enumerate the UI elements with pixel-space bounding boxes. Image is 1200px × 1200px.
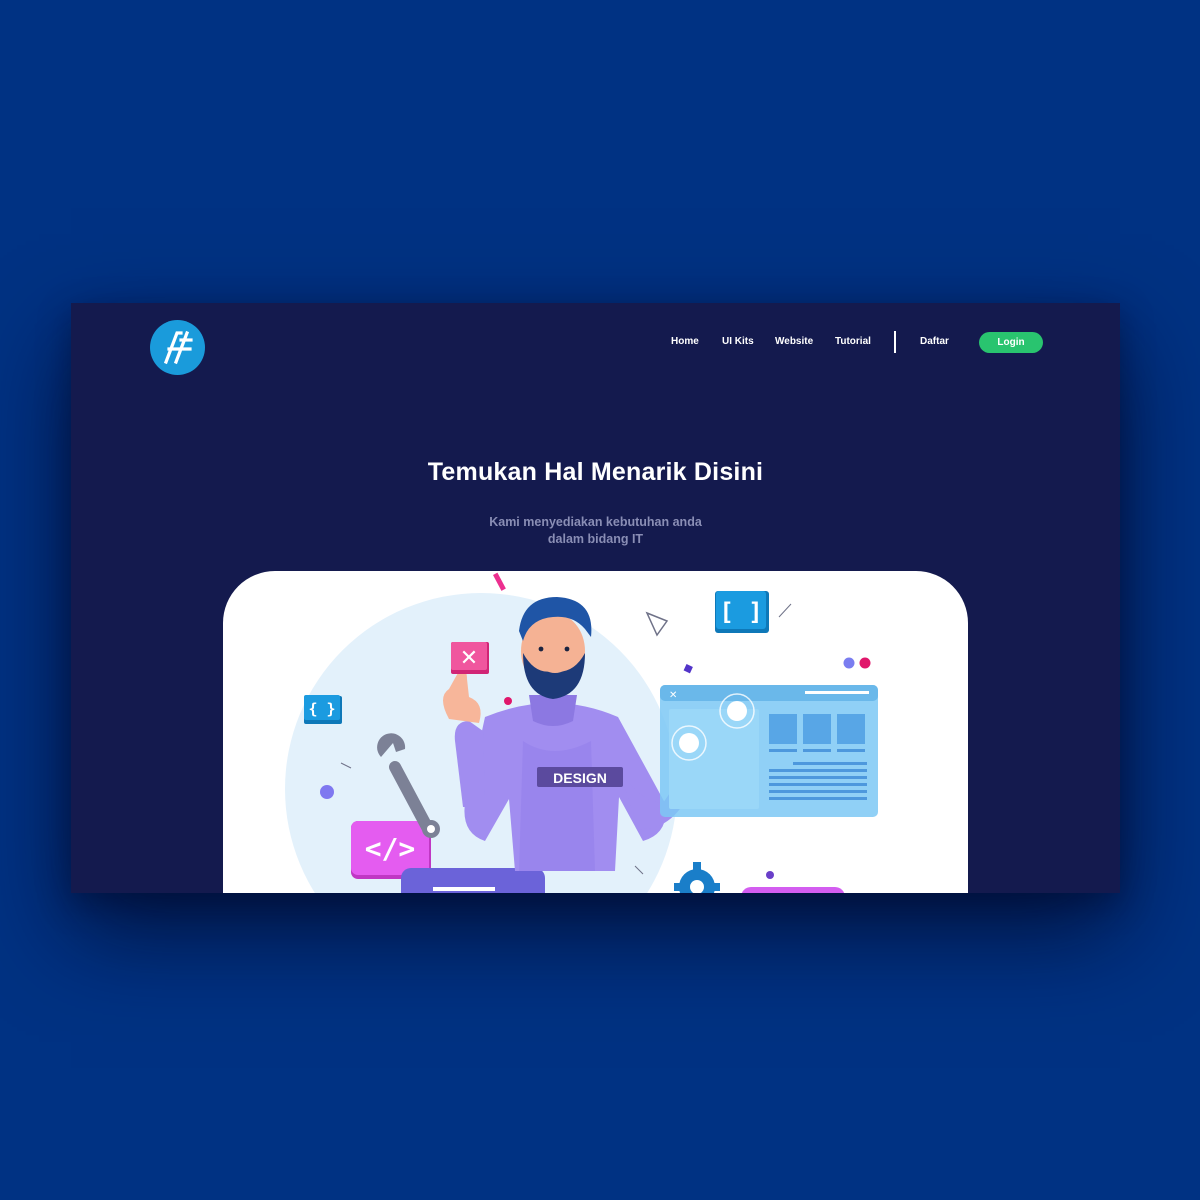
hero-illustration-card: [ ] { } </> DESIGN ✕ ✕ xyxy=(223,571,968,893)
decor-triangle xyxy=(645,611,669,637)
hero-subtitle-line-2: dalam bidang IT xyxy=(547,532,644,546)
hero-title: Temukan Hal Menarik Disini xyxy=(427,458,764,486)
login-button[interactable]: Login xyxy=(979,332,1043,353)
decor-dot-small-violet xyxy=(766,871,774,879)
register-link[interactable]: Daftar xyxy=(920,332,949,352)
brackets-tile-small: { } xyxy=(304,695,342,724)
decor-line xyxy=(778,603,792,618)
hero-subtitle-line-1: Kami menyediakan kebutuhan anda xyxy=(489,515,702,529)
brackets-tile-large: [ ] xyxy=(715,591,769,633)
decor-dot-blue xyxy=(843,657,855,669)
nav-link-website[interactable]: Website xyxy=(775,332,813,352)
decor-square-violet xyxy=(683,664,693,674)
close-tile: ✕ xyxy=(451,642,489,674)
decor-dash-pink xyxy=(493,572,506,591)
svg-text:✕: ✕ xyxy=(669,690,677,701)
decor-dot-small-pink xyxy=(504,697,512,705)
decor-dot-pink xyxy=(859,657,871,669)
landing-page-mockup: Home UI Kits Website Tutorial Daftar Log… xyxy=(71,303,1120,893)
svg-text:{ }: { } xyxy=(308,700,335,718)
nav-divider xyxy=(894,331,896,353)
pink-box-shape xyxy=(741,887,845,893)
close-icon: ✕ xyxy=(460,646,478,671)
laptop-screen-line xyxy=(433,887,495,891)
decor-dot-lilac xyxy=(320,785,334,799)
hero-illustration: [ ] { } </> DESIGN ✕ ✕ xyxy=(285,572,878,893)
svg-text:[ ]: [ ] xyxy=(719,598,762,626)
nav-link-ui-kits[interactable]: UI Kits xyxy=(722,332,754,352)
hero-subtitle: Kami menyediakan kebutuhan anda dalam bi… xyxy=(71,514,1120,548)
top-navigation: Home UI Kits Website Tutorial Daftar Log… xyxy=(71,331,1120,358)
browser-window-panel: ✕ xyxy=(660,685,878,817)
nav-link-tutorial[interactable]: Tutorial xyxy=(835,332,871,352)
shirt-design-label: DESIGN xyxy=(553,770,607,786)
svg-text:</>: </> xyxy=(365,832,416,865)
nav-link-home[interactable]: Home xyxy=(671,332,699,352)
gear-icon xyxy=(674,862,720,893)
